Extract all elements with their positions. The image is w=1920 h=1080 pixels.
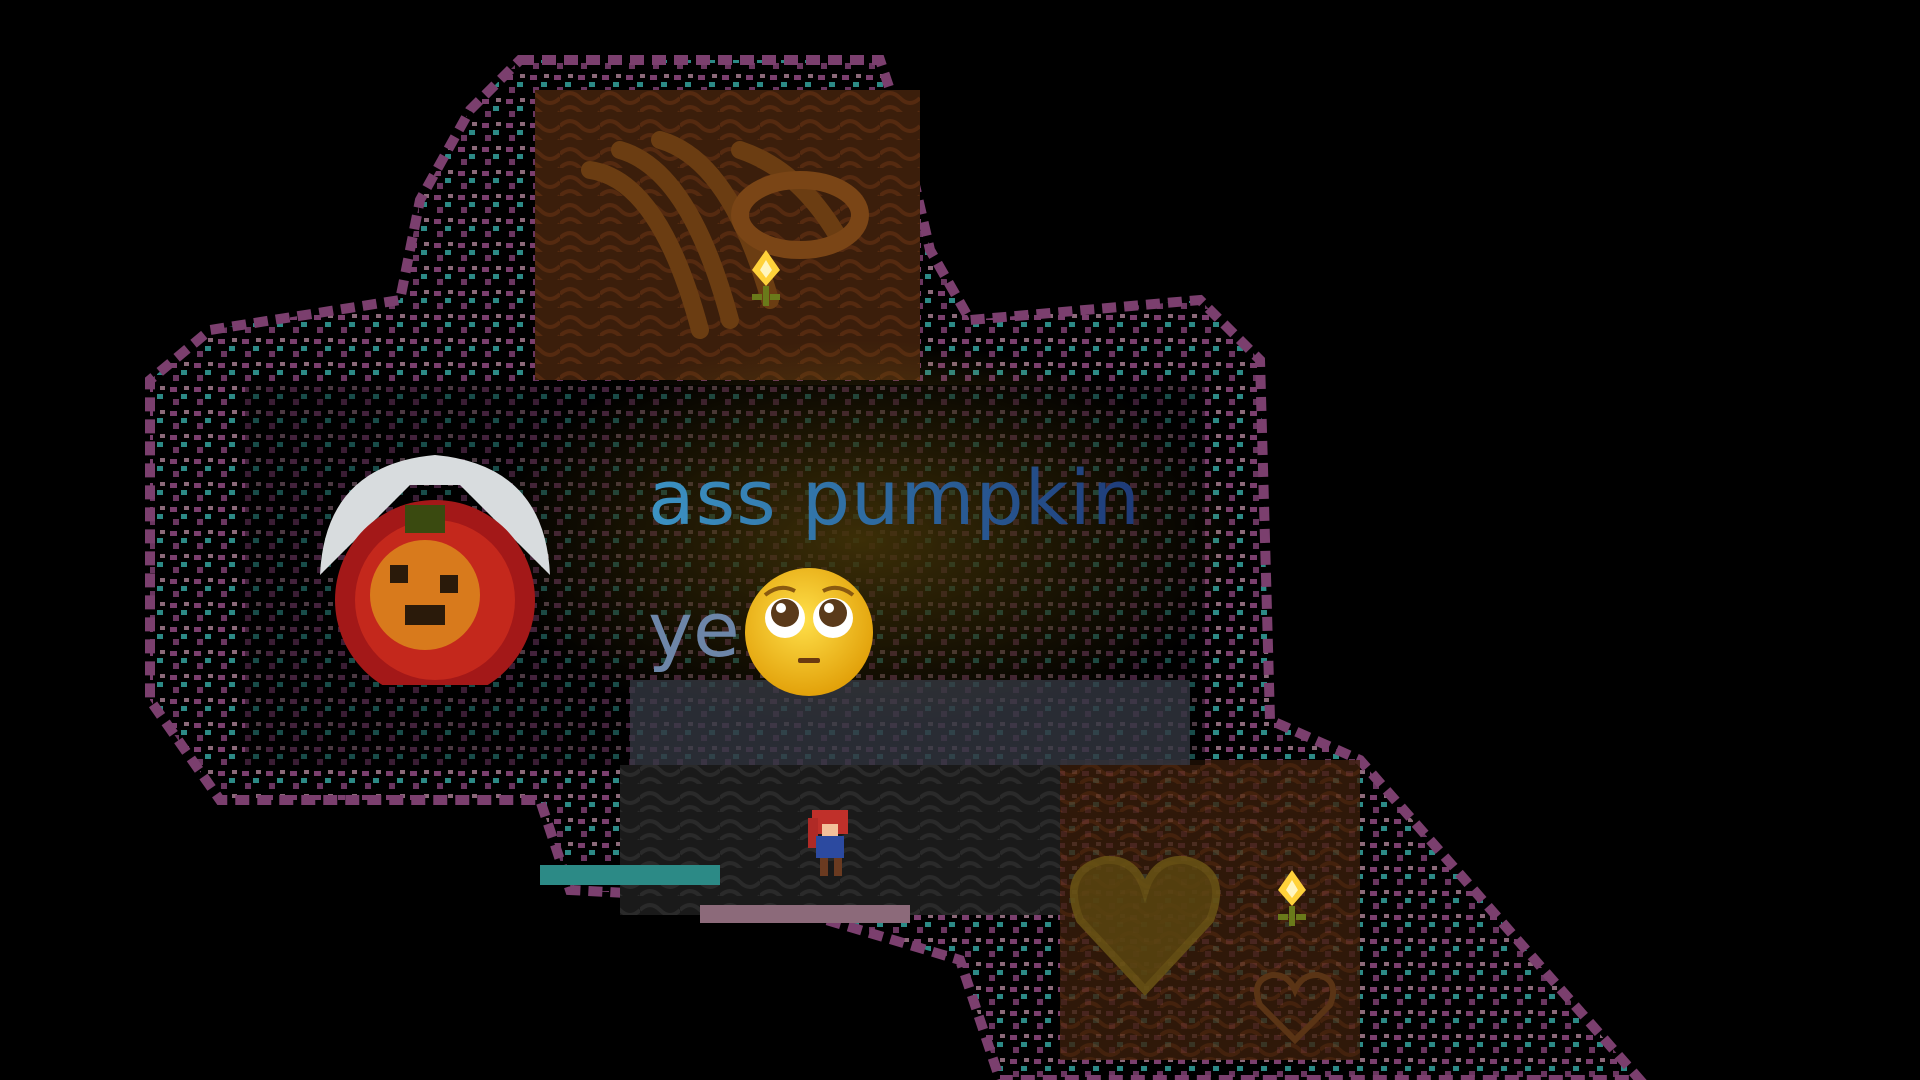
dialog-text-line-1: ass pumpkin <box>648 452 1208 564</box>
dialog-text-line-1-text: ass pumpkin <box>648 453 1141 542</box>
floor-ledge-teal <box>540 865 720 885</box>
floor-ledge <box>700 905 910 923</box>
dialog-text-line-2: ye <box>648 585 740 674</box>
dialog-text-svg: ass pumpkin <box>648 453 1141 542</box>
upper-chamber-wall <box>535 90 920 380</box>
pleading-face-emoji-icon <box>745 568 873 696</box>
pumpkin-portrait-icon <box>320 455 550 685</box>
